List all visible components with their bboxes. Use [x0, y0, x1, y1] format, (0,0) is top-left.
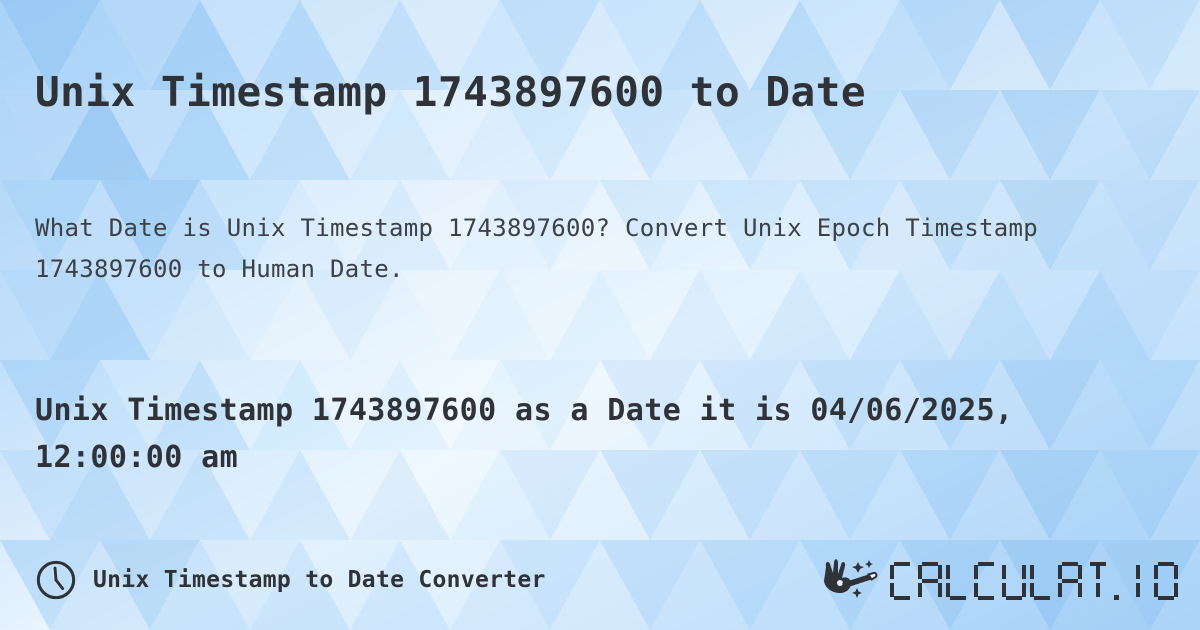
- footer-label: Unix Timestamp to Date Converter: [93, 567, 546, 593]
- footer-converter-label-group: Unix Timestamp to Date Converter: [35, 548, 546, 612]
- brand-letter-dot: [1114, 562, 1122, 600]
- brand-letter-l2: [1030, 562, 1054, 600]
- brand-letter-c2: [974, 562, 998, 600]
- conversion-result: Unix Timestamp 1743897600 as a Date it i…: [35, 393, 1014, 476]
- clock-icon: [36, 560, 76, 600]
- brand-letter-u: [1002, 562, 1026, 600]
- brand-letter-t: [1086, 562, 1110, 600]
- brand-logo[interactable]: [820, 548, 1178, 612]
- content-layer: Unix Timestamp 1743897600 to Date What D…: [0, 0, 1200, 630]
- brand-letter-a1: [918, 562, 942, 600]
- brand-letter-a2: [1058, 562, 1082, 600]
- brand-letter-c1: [890, 562, 914, 600]
- page-root: Unix Timestamp 1743897600 to Date What D…: [0, 0, 1200, 630]
- brand-letter-l1: [946, 562, 970, 600]
- magic-wand-hand-icon: [824, 559, 878, 598]
- page-description: What Date is Unix Timestamp 1743897600? …: [35, 214, 1038, 284]
- page-title: Unix Timestamp 1743897600 to Date: [35, 68, 867, 117]
- footer: Unix Timestamp to Date Converter: [0, 548, 1200, 612]
- brand-wordmark: [890, 560, 1178, 600]
- brand-letter-i: [1126, 562, 1150, 600]
- brand-letter-o: [1154, 562, 1178, 600]
